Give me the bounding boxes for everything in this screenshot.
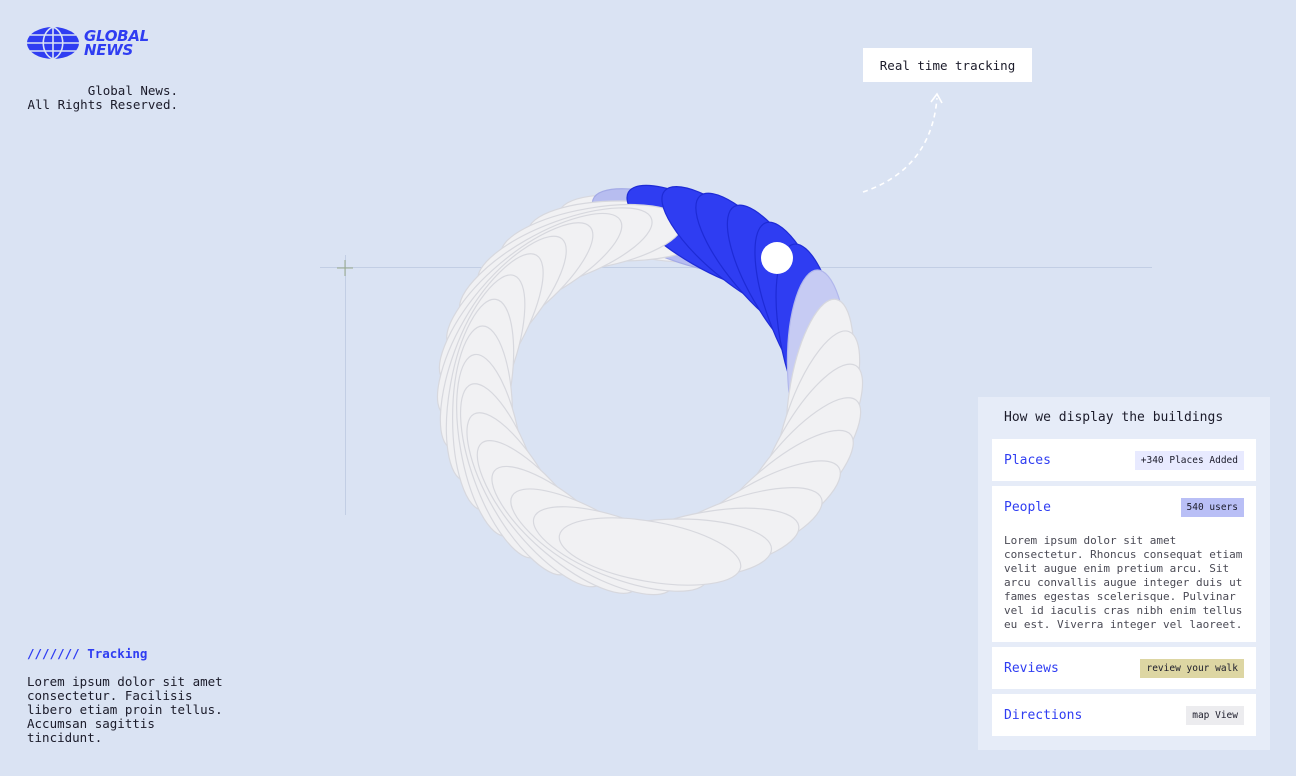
map-view-badge[interactable]: map View [1186, 705, 1244, 725]
crosshair-icon [337, 260, 353, 276]
dashed-arrow-icon [862, 92, 943, 193]
globe-icon [27, 26, 79, 60]
realtime-tracking-callout[interactable]: Real time tracking [863, 48, 1032, 82]
row-people[interactable]: People 540 users Lorem ipsum dolor sit a… [992, 486, 1256, 642]
brand-line2: NEWS [84, 41, 133, 59]
row-reviews[interactable]: Reviews review your walk [992, 647, 1256, 689]
directions-label: Directions [1004, 707, 1083, 723]
row-directions[interactable]: Directions map View [992, 694, 1256, 736]
people-description: Lorem ipsum dolor sit amet consectetur. … [1004, 534, 1243, 631]
tracking-title: /////// Tracking [27, 646, 148, 661]
people-label: People [1004, 499, 1051, 515]
torus-illustration [436, 184, 864, 596]
panel-title: How we display the buildings [1004, 410, 1224, 425]
reviews-label: Reviews [1004, 660, 1059, 676]
tracking-body: Lorem ipsum dolor sit amet consectetur. … [27, 674, 223, 745]
places-label: Places [1004, 452, 1051, 468]
row-places[interactable]: Places +340 Places Added [992, 439, 1256, 481]
guide-line-vertical [345, 255, 346, 515]
copyright-text: Global News. All Rights Reserved. [27, 83, 178, 112]
buildings-panel: How we display the buildings Places +340… [978, 397, 1270, 750]
reviews-badge[interactable]: review your walk [1140, 658, 1244, 678]
brand-wordmark: GLOBAL NEWS [84, 29, 149, 59]
tracking-dot [761, 242, 793, 274]
people-badge: 540 users [1180, 497, 1244, 517]
torus-hole [566, 330, 710, 466]
tracking-section: /////// Tracking Lorem ipsum dolor sit a… [27, 646, 227, 745]
brand-logo[interactable]: GLOBAL NEWS [26, 26, 149, 60]
places-badge: +340 Places Added [1134, 450, 1244, 470]
